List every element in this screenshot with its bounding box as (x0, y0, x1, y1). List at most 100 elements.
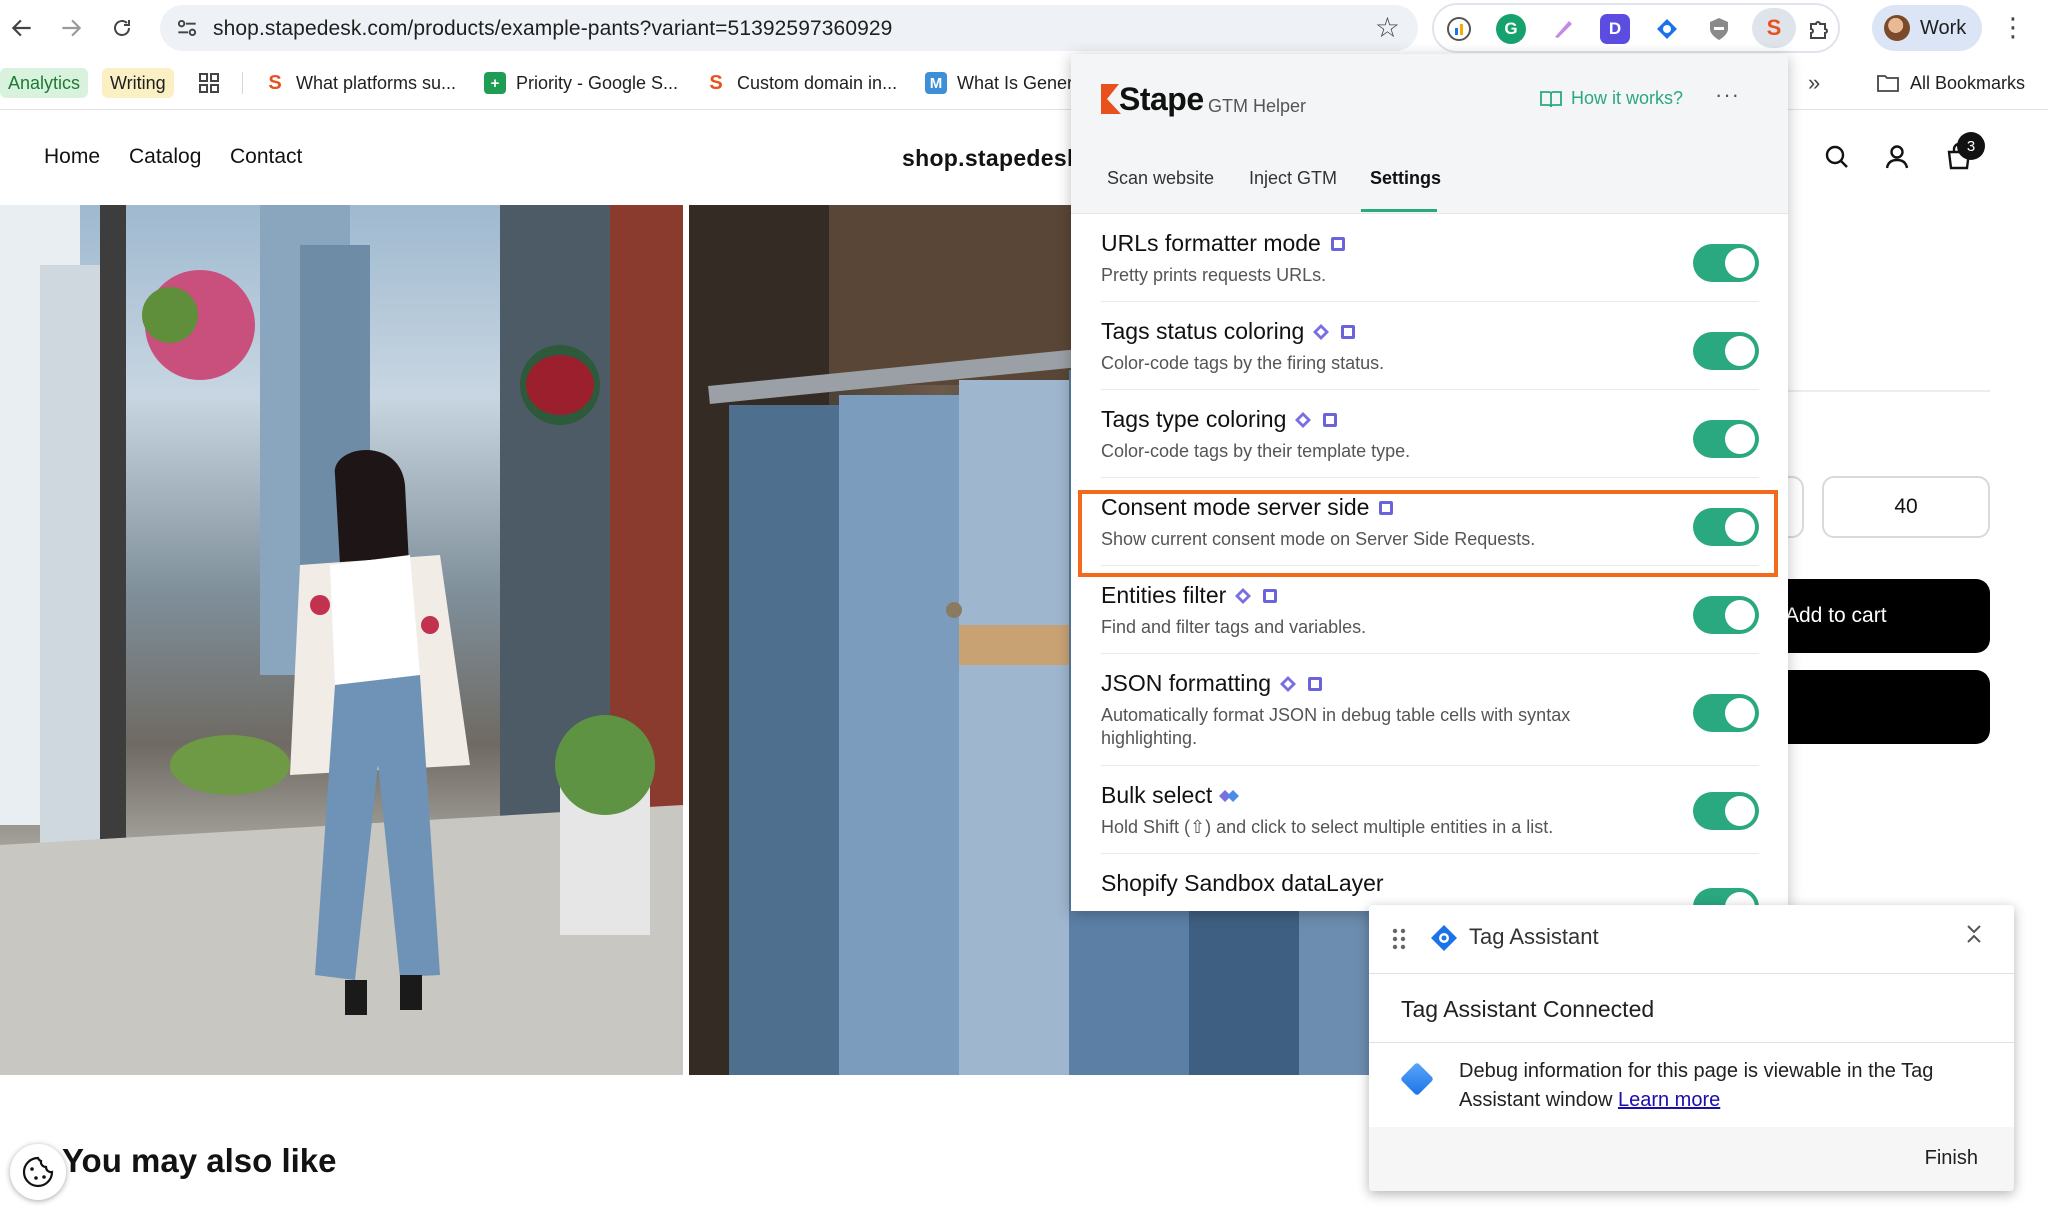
profile-button[interactable]: Work (1872, 5, 1982, 51)
d-extension-icon[interactable]: D (1600, 14, 1630, 44)
book-icon (1540, 90, 1562, 107)
urls-formatter-toggle[interactable] (1693, 244, 1759, 282)
entities-filter-toggle[interactable] (1693, 596, 1759, 634)
setting-json-formatting: JSON formatting Automatically format JSO… (1101, 654, 1759, 766)
info-diamond-icon (1400, 1062, 1434, 1096)
setting-shopify-sandbox-datalayer: Shopify Sandbox dataLayer (1101, 854, 1759, 911)
tag-assistant-panel: Tag Assistant Tag Assistant Connected De… (1369, 905, 2014, 1191)
browser-toolbar: shop.stapedesk.com/products/example-pant… (0, 0, 2048, 56)
more-options-icon[interactable]: ··· (1715, 82, 1740, 108)
search-icon[interactable] (1820, 140, 1854, 174)
bookmark-what-is-gener[interactable]: M What Is Gener (925, 68, 1073, 98)
reload-icon (114, 20, 130, 36)
stape-extension-icon[interactable]: S (1752, 8, 1796, 48)
browser-menu-icon[interactable]: ⋮ (2000, 12, 2026, 43)
tab-inject-gtm[interactable]: Inject GTM (1249, 168, 1337, 189)
bookmark-label: Analytics (8, 72, 81, 93)
avatar (1884, 15, 1910, 41)
forward-arrow-icon (62, 19, 82, 37)
collapse-icon[interactable] (1964, 923, 1984, 951)
stape-subtitle: GTM Helper (1208, 96, 1307, 116)
bookmark-label: Custom domain in... (737, 72, 898, 93)
back-button[interactable] (4, 10, 40, 46)
account-icon[interactable] (1880, 140, 1914, 174)
setting-title: URLs formatter mode (1101, 230, 1321, 256)
you-may-also-like-heading: You may also like (62, 1142, 337, 1179)
bulk-select-toggle[interactable] (1693, 792, 1759, 830)
stape-tabs: Scan website Inject GTM Settings (1071, 144, 1788, 214)
setting-description: Hold Shift (⇧) and click to select multi… (1101, 817, 1554, 837)
finish-button[interactable]: Finish (1925, 1147, 1978, 1170)
gtm-badge-icon (1379, 500, 1394, 515)
setting-description: Pretty prints requests URLs. (1101, 265, 1327, 285)
tag-assistant-extension-icon[interactable] (1652, 14, 1682, 44)
sheets-icon: + (484, 72, 506, 94)
bookmark-label: What Is Gener (957, 72, 1074, 93)
forward-button[interactable] (53, 10, 89, 46)
setting-description: Color-code tags by their template type. (1101, 441, 1411, 461)
tag-assistant-logo-icon (1431, 925, 1457, 951)
nav-catalog[interactable]: Catalog (129, 145, 201, 169)
google-analytics-debugger-icon[interactable] (1444, 14, 1474, 44)
address-bar[interactable]: shop.stapedesk.com/products/example-pant… (160, 5, 1418, 51)
nav-home[interactable]: Home (44, 145, 100, 169)
cookie-icon (22, 1156, 54, 1188)
setting-bulk-select: Bulk select Hold Shift (⇧) and click to … (1101, 766, 1759, 854)
gtm-badge-icon (1263, 588, 1278, 603)
tab-scan-website[interactable]: Scan website (1107, 168, 1214, 189)
bookmark-custom-domain[interactable]: S Custom domain in... (705, 68, 897, 98)
tab-settings[interactable]: Settings (1370, 168, 1441, 189)
tag-assistant-status: Tag Assistant Connected (1369, 973, 2014, 1043)
puzzle-extensions-icon[interactable] (1804, 14, 1834, 44)
learn-more-link[interactable]: Learn more (1618, 1089, 1720, 1111)
stape-header: Stape GTM Helper How it works? ··· (1071, 54, 1788, 144)
more-bookmarks-icon[interactable]: » (1808, 68, 1820, 98)
cookie-settings-button[interactable] (10, 1144, 66, 1200)
product-divider (1782, 390, 1990, 392)
all-bookmarks-label: All Bookmarks (1910, 72, 2026, 93)
stape-brand: Stape (1119, 81, 1204, 117)
folder-icon (1877, 75, 1899, 92)
json-formatting-toggle[interactable] (1693, 694, 1759, 732)
consent-mode-server-side-toggle[interactable] (1693, 508, 1759, 546)
connected-status-text: Tag Assistant Connected (1401, 996, 1655, 1022)
bookmark-analytics[interactable]: Analytics (0, 68, 89, 98)
pen-icon[interactable] (1548, 14, 1578, 44)
setting-title: Tags status coloring (1101, 318, 1305, 344)
ga-badge-icon (1280, 675, 1296, 692)
nav-contact[interactable]: Contact (230, 145, 302, 169)
bookmark-priority[interactable]: + Priority - Google S... (484, 68, 678, 98)
bookmark-star-icon[interactable]: ☆ (1375, 11, 1400, 44)
bookmark-what-platforms[interactable]: S What platforms su... (264, 68, 456, 98)
shield-extension-icon[interactable] (1704, 14, 1734, 44)
shop-title[interactable]: shop.stapedesk (902, 145, 1080, 172)
all-bookmarks[interactable]: All Bookmarks (1876, 68, 2025, 98)
setting-description: Color-code tags by the firing status. (1101, 353, 1385, 373)
setting-urls-formatter: URLs formatter mode Pretty prints reques… (1101, 214, 1759, 302)
product-photo-street[interactable] (0, 205, 683, 1075)
setting-title: Shopify Sandbox dataLayer (1101, 870, 1384, 896)
street-photo-illustration (0, 205, 683, 1075)
tags-type-coloring-toggle[interactable] (1693, 420, 1759, 458)
site-info-icon[interactable] (174, 15, 200, 41)
extensions-group: G D S (1432, 3, 1840, 53)
add-to-cart-label: Add to cart (1785, 604, 1887, 627)
tags-status-coloring-toggle[interactable] (1693, 332, 1759, 370)
reload-button[interactable] (104, 10, 140, 46)
apps-grid-icon[interactable] (198, 68, 220, 98)
setting-title: Tags type coloring (1101, 406, 1287, 432)
url-text[interactable]: shop.stapedesk.com/products/example-pant… (213, 17, 892, 41)
how-it-works-link[interactable]: How it works? (1539, 88, 1683, 109)
bookmarks-divider (242, 72, 243, 94)
ga-badge-icon (1295, 411, 1312, 428)
profile-label: Work (1920, 17, 1967, 39)
grammarly-icon[interactable]: G (1496, 14, 1526, 44)
bookmark-writing[interactable]: Writing (102, 68, 174, 98)
active-tab-indicator (1361, 209, 1437, 212)
stape-icon: S (709, 71, 723, 94)
tag-assistant-footer: Finish (1369, 1127, 2014, 1191)
drag-handle-icon[interactable] (1391, 927, 1407, 951)
setting-title: JSON formatting (1101, 670, 1271, 696)
variant-option-40[interactable]: 40 (1822, 476, 1990, 538)
stape-icon: S (268, 71, 282, 94)
